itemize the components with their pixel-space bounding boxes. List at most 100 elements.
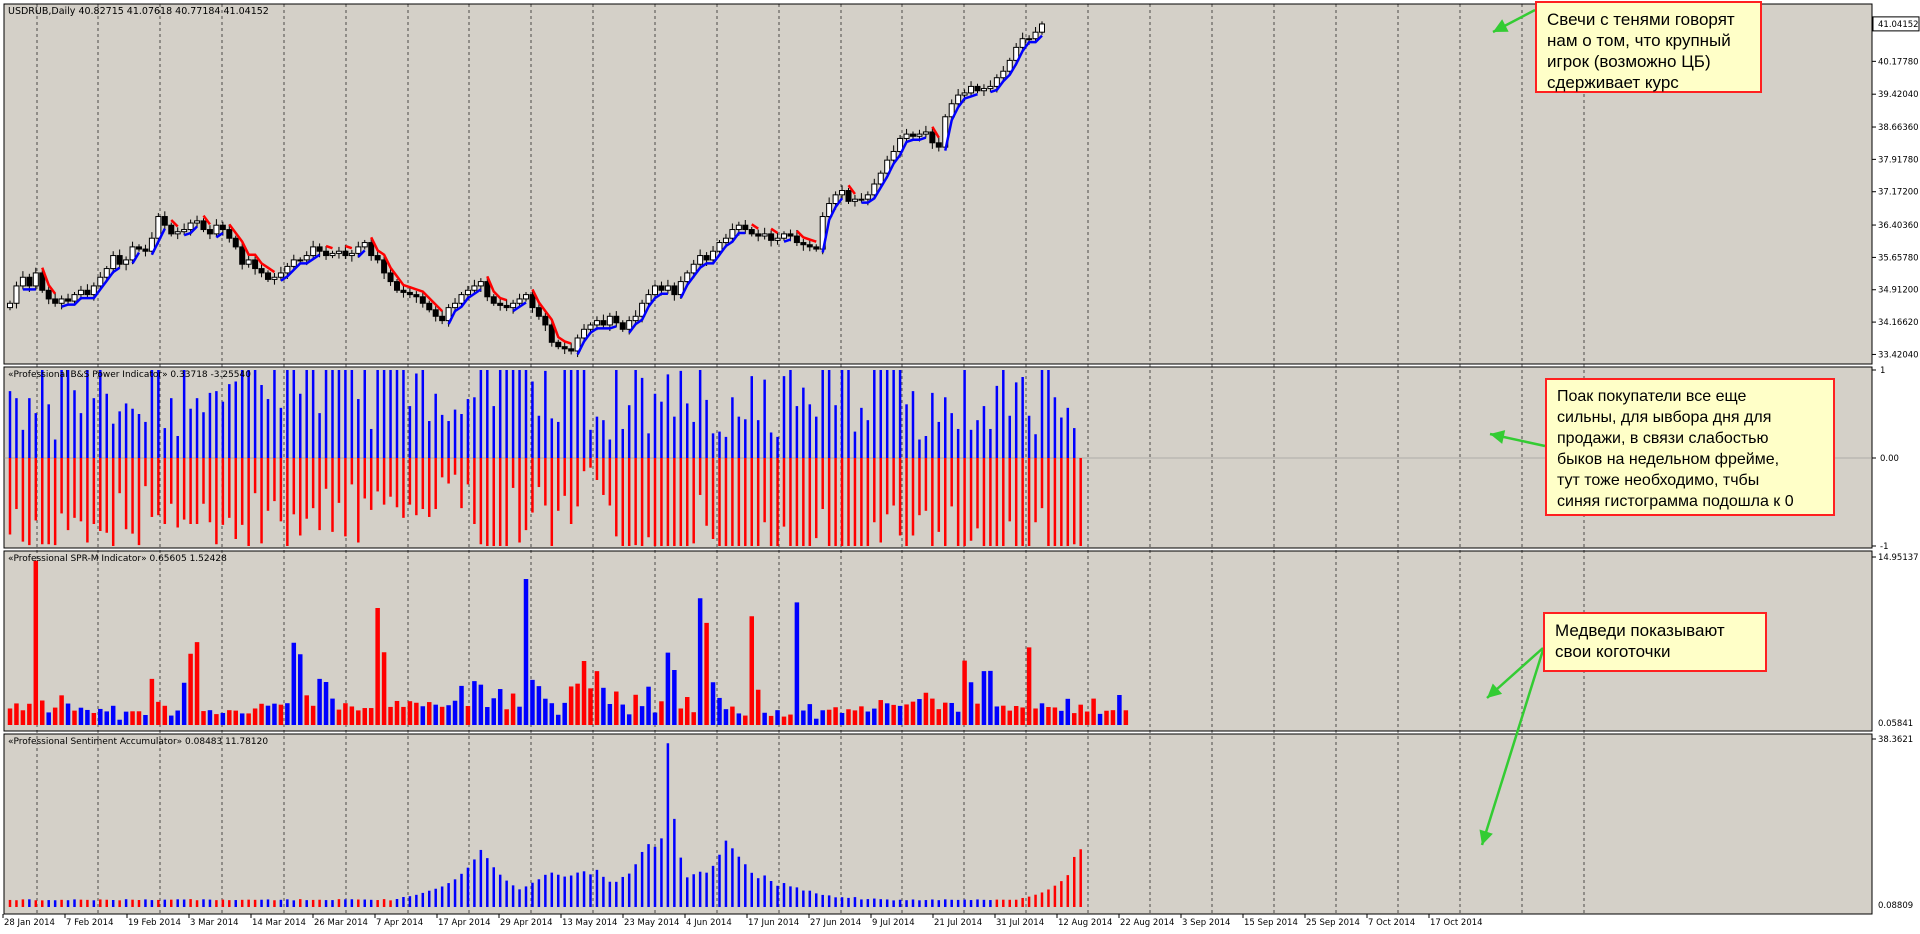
candle-body (123, 259, 130, 265)
time-tick-label: 27 Jun 2014 (810, 918, 861, 928)
candle-body (103, 268, 110, 278)
candle-body (529, 294, 536, 309)
candle-body (535, 307, 542, 317)
time-tick-label: 21 Jul 2014 (934, 918, 982, 928)
candle-body (581, 328, 588, 339)
time-tick-label: 4 Jun 2014 (686, 918, 732, 928)
candle-body (600, 320, 607, 326)
time-tick-label: 3 Sep 2014 (1182, 918, 1230, 928)
candle-body (619, 322, 626, 330)
candle-body (922, 131, 929, 135)
candle-body (342, 250, 349, 257)
candle-body (52, 298, 59, 304)
time-tick-label: 17 Oct 2014 (1430, 918, 1483, 928)
time-tick-label: 17 Apr 2014 (438, 918, 491, 928)
candle-body (587, 324, 594, 330)
candle-body (484, 281, 491, 298)
candle-body (335, 250, 342, 254)
candle-body (864, 194, 871, 200)
candle-body (206, 229, 213, 235)
candle-body (839, 190, 846, 196)
candle-body (555, 341, 562, 348)
candle-body (690, 263, 697, 274)
candle-body (161, 216, 168, 226)
time-tick-label: 12 Aug 2014 (1058, 918, 1112, 928)
candle-body (471, 285, 478, 291)
candle-body (290, 259, 297, 267)
candle-body (703, 255, 710, 261)
candle-body (110, 255, 117, 270)
bs-tick-label: -1 (1880, 542, 1888, 552)
annotation-line: сдерживает курс (1547, 73, 1679, 92)
candle-body (774, 237, 781, 241)
price-tick-label: 36.40360 (1878, 221, 1919, 231)
spr-tick-label: 14.95137 (1878, 553, 1919, 563)
sent-header: «Professional Sentiment Accumulator» 0.0… (8, 737, 268, 747)
annotation-line: быков на недельном фрейме, (1557, 451, 1780, 468)
annotation-line: Свечи с тенями говорят (1547, 10, 1735, 29)
candle-body (348, 252, 355, 257)
candle-body (32, 272, 39, 287)
candle-body (426, 302, 433, 311)
candle-body (374, 255, 381, 261)
candle-body (297, 259, 304, 262)
candle-body (7, 302, 13, 309)
candle-body (929, 131, 936, 144)
candle-body (252, 259, 259, 270)
candle-body (806, 244, 813, 248)
candle-body (368, 242, 375, 257)
chart-window: 41.04152 40.17780 39.42040 38.66360 37.91780… (0, 0, 1920, 930)
candle-body (213, 224, 220, 235)
candle-body (226, 229, 233, 239)
candle-body (755, 233, 762, 237)
price-tick-label: 34.91200 (1878, 286, 1919, 296)
annotation-line: синяя гистограмма подошла к 0 (1557, 493, 1794, 510)
candle-body (394, 281, 400, 291)
candle-body (168, 224, 175, 235)
time-tick-label: 7 Oct 2014 (1368, 918, 1415, 928)
candle-body (136, 246, 142, 250)
annotation-bears: Медведи показывают свои коготочки (1543, 612, 1767, 672)
candle-body (310, 246, 317, 257)
candle-body (277, 272, 284, 278)
candle-body (761, 233, 768, 237)
candle-body (323, 250, 330, 257)
candle-body (181, 229, 188, 233)
spr-tick-label: 0.05841 (1878, 719, 1913, 729)
time-tick-label: 26 Mar 2014 (314, 918, 368, 928)
price-tick-label: 38.66360 (1878, 123, 1919, 133)
price-tick-label: 37.17200 (1878, 188, 1919, 198)
spr-header: «Professional SPR-M Indicator» 0.65605 1… (8, 554, 227, 564)
candle-body (58, 298, 65, 304)
annotation-line: продажи, в связи слабостью (1557, 430, 1769, 447)
candle-body (813, 246, 820, 250)
candle-body (626, 320, 633, 330)
candle-body (116, 255, 123, 265)
candle-body (671, 285, 678, 296)
candle-body (458, 294, 465, 304)
sent-tick-label: 38.3621 (1878, 735, 1913, 745)
candle-body (781, 233, 787, 239)
candle-body (187, 222, 194, 231)
candle-body (413, 294, 420, 298)
annotation-bs-power: Поак покупатели все еще сильны, для ывбо… (1545, 378, 1835, 516)
candle-body (832, 194, 839, 205)
candle-body (935, 142, 942, 148)
candle-body (974, 85, 981, 92)
candle-body (593, 320, 600, 326)
candle-body (77, 289, 84, 296)
time-tick-label: 19 Feb 2014 (128, 918, 181, 928)
time-tick-label: 13 May 2014 (562, 918, 617, 928)
candle-body (200, 220, 207, 231)
candle-body (400, 289, 407, 293)
candle-body (516, 298, 523, 304)
candle-body (768, 233, 775, 241)
candle-body (361, 242, 368, 248)
time-tick-label: 7 Apr 2014 (376, 918, 423, 928)
candle-body (232, 237, 239, 248)
time-tick-label: 17 Jun 2014 (748, 918, 799, 928)
candle-body (903, 133, 910, 139)
candle-body (968, 85, 975, 94)
candle-body (993, 77, 1000, 87)
candle-body (174, 231, 181, 235)
